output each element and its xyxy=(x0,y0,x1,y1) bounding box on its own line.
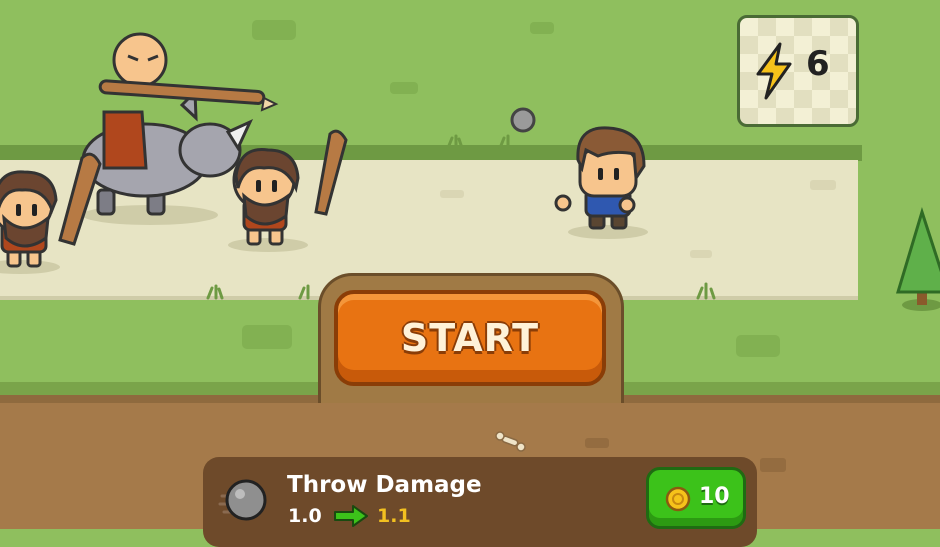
upgrade-next-value: 1.1 xyxy=(377,505,411,527)
green-arrow-right-icon xyxy=(334,505,368,527)
start-button[interactable]: START xyxy=(334,290,606,386)
stone-projectile-icon xyxy=(218,479,267,521)
upgrade-title: Throw Damage xyxy=(287,472,482,498)
energy-counter: 6 xyxy=(737,15,859,127)
upgrade-cost: 10 xyxy=(699,484,730,509)
upgrade-buy-button[interactable]: 10 xyxy=(646,467,746,529)
lightning-bolt-icon xyxy=(756,42,792,100)
start-button-label: START xyxy=(400,316,540,360)
coin-icon xyxy=(665,486,691,512)
upgrade-current-value: 1.0 xyxy=(288,505,322,527)
thrown-stone xyxy=(510,107,536,133)
energy-count: 6 xyxy=(806,44,830,84)
